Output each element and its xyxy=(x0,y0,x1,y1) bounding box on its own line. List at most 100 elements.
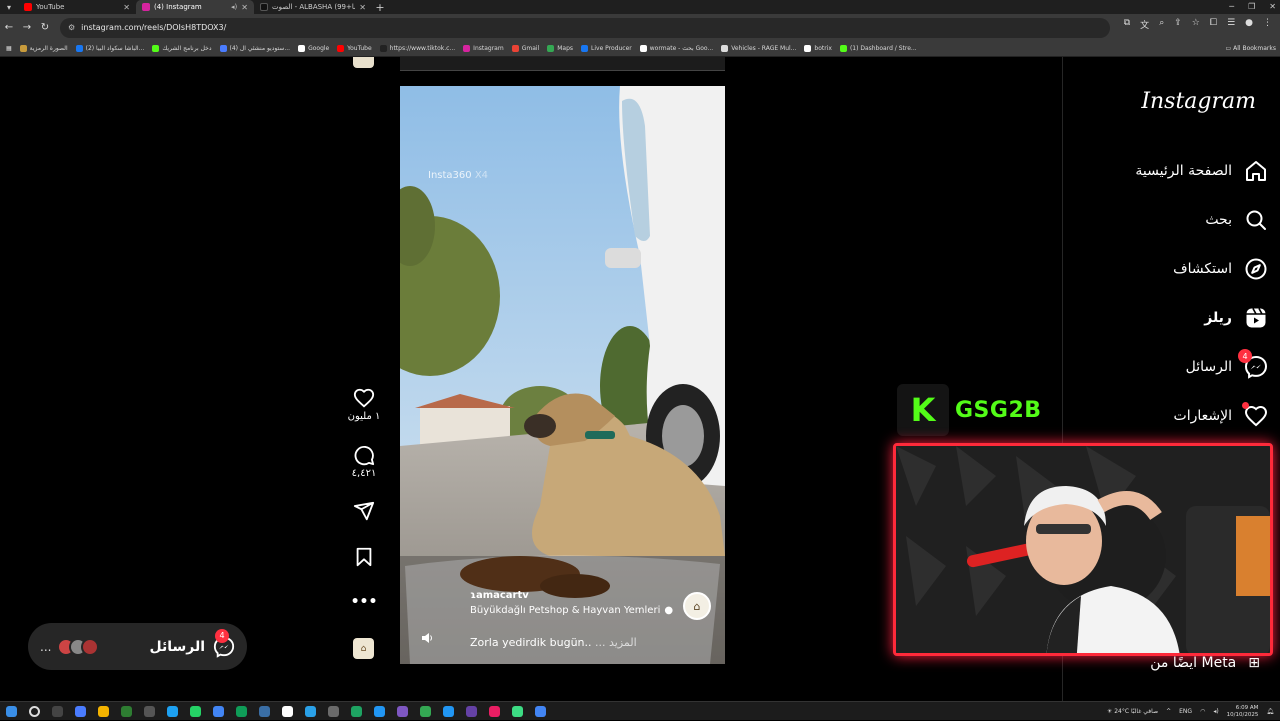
taskbar-app-icon[interactable] xyxy=(118,703,136,719)
sidebar-item-home[interactable]: الصفحة الرئيسية xyxy=(1072,153,1272,189)
tab-youtube[interactable]: YouTube ✕ xyxy=(18,0,136,14)
site-info-icon[interactable]: ⚙ xyxy=(68,23,75,32)
more-link[interactable]: ... المزيد xyxy=(595,636,637,649)
close-tab-icon[interactable]: ✕ xyxy=(241,3,248,12)
clock[interactable]: 6:09 AM 10/10/2025 xyxy=(1227,705,1259,719)
bookmark-item[interactable]: Instagram xyxy=(463,45,504,52)
taskbar-app-icon[interactable] xyxy=(371,703,389,719)
bookmark-item[interactable]: دخل برنامج الشريك xyxy=(152,45,212,52)
also-from-meta[interactable]: ⊞ ايضًا من Meta xyxy=(1150,655,1260,671)
reading-list-icon[interactable]: ☰ xyxy=(1227,18,1235,31)
reel-video[interactable]: Insta360 X4 ɿamacartv Büyükdağlı Petshop… xyxy=(400,86,725,664)
taskbar-app-icon[interactable] xyxy=(532,703,550,719)
share-button[interactable] xyxy=(346,500,382,522)
audio-thumbnail[interactable]: ⌂ xyxy=(353,638,374,659)
forward-icon[interactable]: → xyxy=(18,22,36,33)
taskbar-app-icon[interactable] xyxy=(302,703,320,719)
taskbar-app-icon[interactable] xyxy=(463,703,481,719)
taskbar-app-icon[interactable] xyxy=(95,703,113,719)
tab-instagram[interactable]: (4) Instagram ◂) ✕ xyxy=(136,0,254,14)
save-button[interactable] xyxy=(346,546,382,568)
taskbar-app-icon[interactable] xyxy=(233,703,251,719)
sidebar-item-explore[interactable]: استكشاف xyxy=(1072,251,1272,287)
bookmark-item[interactable]: https://www.tiktok.c... xyxy=(379,45,455,52)
bookmark-item[interactable]: wormate - بحث Goo... xyxy=(639,45,713,52)
taskbar-app-icon[interactable] xyxy=(417,703,435,719)
bookmark-item[interactable]: YouTube xyxy=(337,45,372,52)
close-tab-icon[interactable]: ✕ xyxy=(123,3,130,12)
taskbar-app-icon[interactable] xyxy=(210,703,228,719)
taskbar-app-icon[interactable] xyxy=(141,703,159,719)
more-options-icon[interactable]: ••• xyxy=(346,594,382,610)
sidebar-item-messages[interactable]: 4 الرسائل xyxy=(1072,349,1272,385)
bookmark-star-icon[interactable]: ☆ xyxy=(1192,18,1200,31)
minimize-icon[interactable]: ─ xyxy=(1229,0,1234,14)
start-icon[interactable] xyxy=(3,703,21,719)
reel-caption[interactable]: Zorla yedirdik bugün.. ... المزيد xyxy=(470,636,637,649)
taskbar-app-icon[interactable] xyxy=(394,703,412,719)
bookmark-item[interactable]: Live Producer xyxy=(581,45,632,52)
url-field[interactable]: ⚙ instagram.com/reels/DOIsH8TDOX3/ xyxy=(60,17,1110,38)
bookmark-item[interactable]: Vehicles - RAGE Mul... xyxy=(721,45,796,52)
tray-arrow-icon[interactable]: ^ xyxy=(1166,708,1171,715)
taskbar-app-icon[interactable] xyxy=(486,703,504,719)
taskbar-app-icon[interactable] xyxy=(279,703,297,719)
bookmark-item[interactable]: الصورة الرمزية xyxy=(19,45,68,52)
taskbar-app-icon[interactable] xyxy=(509,703,527,719)
taskbar-app-icon[interactable] xyxy=(348,703,366,719)
taskbar-app-icon[interactable] xyxy=(325,703,343,719)
previous-reel-avatar[interactable] xyxy=(353,57,374,68)
close-tab-icon[interactable]: ✕ xyxy=(359,3,366,12)
reel-username[interactable]: ɿamacartv xyxy=(470,590,529,601)
bookmark-item[interactable]: (4) ستوديو منشئي ال... xyxy=(219,45,290,52)
reel-location[interactable]: Büyükdağlı Petshop & Hayvan Yemleri ● xyxy=(470,605,673,616)
close-window-icon[interactable]: ✕ xyxy=(1269,0,1276,14)
taskbar-app-icon[interactable] xyxy=(164,703,182,719)
bookmark-item[interactable]: botrix xyxy=(804,45,832,52)
volume-icon[interactable]: ◂) xyxy=(1213,708,1218,715)
apps-icon[interactable]: ▦ xyxy=(6,45,12,52)
weather-widget[interactable]: ☀ 24°C صافي غالبًا xyxy=(1107,708,1158,715)
bookmark-item[interactable]: Google xyxy=(298,45,329,52)
bookmark-item[interactable]: (2) الباشا سكواد البيا... xyxy=(75,45,144,52)
taskbar-app-icon[interactable] xyxy=(256,703,274,719)
sidebar-item-search[interactable]: بحث xyxy=(1072,202,1272,238)
back-icon[interactable]: ← xyxy=(0,22,18,33)
network-icon[interactable]: ◠ xyxy=(1200,708,1205,715)
all-bookmarks-button[interactable]: ▭ All Bookmarks xyxy=(1226,41,1276,57)
bookmark-item[interactable]: (1) Dashboard / Stre... xyxy=(839,45,917,52)
comment-button[interactable]: ٤,٤٢١ xyxy=(346,444,382,479)
sidebar-item-label: الإشعارات xyxy=(1173,408,1232,424)
tab-search-icon[interactable]: ▾ xyxy=(0,0,18,14)
new-tab-button[interactable]: + xyxy=(372,1,388,14)
speaker-icon[interactable]: ◂) xyxy=(231,3,237,11)
install-icon[interactable]: ⧉ xyxy=(1124,18,1130,31)
reload-icon[interactable]: ↻ xyxy=(36,22,54,33)
taskbar-app-icon[interactable] xyxy=(72,703,90,719)
language-indicator[interactable]: ENG xyxy=(1179,708,1192,715)
taskbar-app-icon[interactable] xyxy=(187,703,205,719)
messages-pill[interactable]: 4 الرسائل ... xyxy=(28,623,247,670)
search-icon[interactable] xyxy=(26,703,44,719)
extensions-icon[interactable]: ⧠ xyxy=(1210,18,1217,31)
maximize-icon[interactable]: ❐ xyxy=(1248,0,1255,14)
taskbar-app-icon[interactable] xyxy=(440,703,458,719)
zoom-icon[interactable]: ⌕ xyxy=(1159,18,1164,31)
bookmark-item[interactable]: Gmail xyxy=(511,45,539,52)
bookmark-item[interactable]: Maps xyxy=(547,45,573,52)
menu-icon[interactable]: ⋮ xyxy=(1263,18,1272,31)
shop-avatar[interactable]: ⌂ xyxy=(683,592,711,620)
share-icon[interactable]: ⇪ xyxy=(1174,18,1182,31)
translate-icon[interactable]: 文 xyxy=(1140,18,1149,31)
sidebar-item-notifications[interactable]: الإشعارات xyxy=(1072,398,1272,434)
like-button[interactable]: ١ مليون xyxy=(346,387,382,422)
profile-icon[interactable]: ● xyxy=(1245,18,1253,31)
bookmark-label: Live Producer xyxy=(591,45,632,52)
notification-bell-icon[interactable]: 🔔︎ xyxy=(1266,708,1274,715)
taskbar-app-icon[interactable] xyxy=(49,703,67,719)
instagram-logo[interactable]: Instagram xyxy=(1141,89,1256,114)
mute-button[interactable] xyxy=(420,631,434,645)
sidebar-item-reels[interactable]: ريلز xyxy=(1072,300,1272,336)
previous-reel[interactable] xyxy=(400,57,725,71)
tab-tiktok[interactable]: الصوت - ALBASHA (الباشا+99) ✕ xyxy=(254,0,372,14)
